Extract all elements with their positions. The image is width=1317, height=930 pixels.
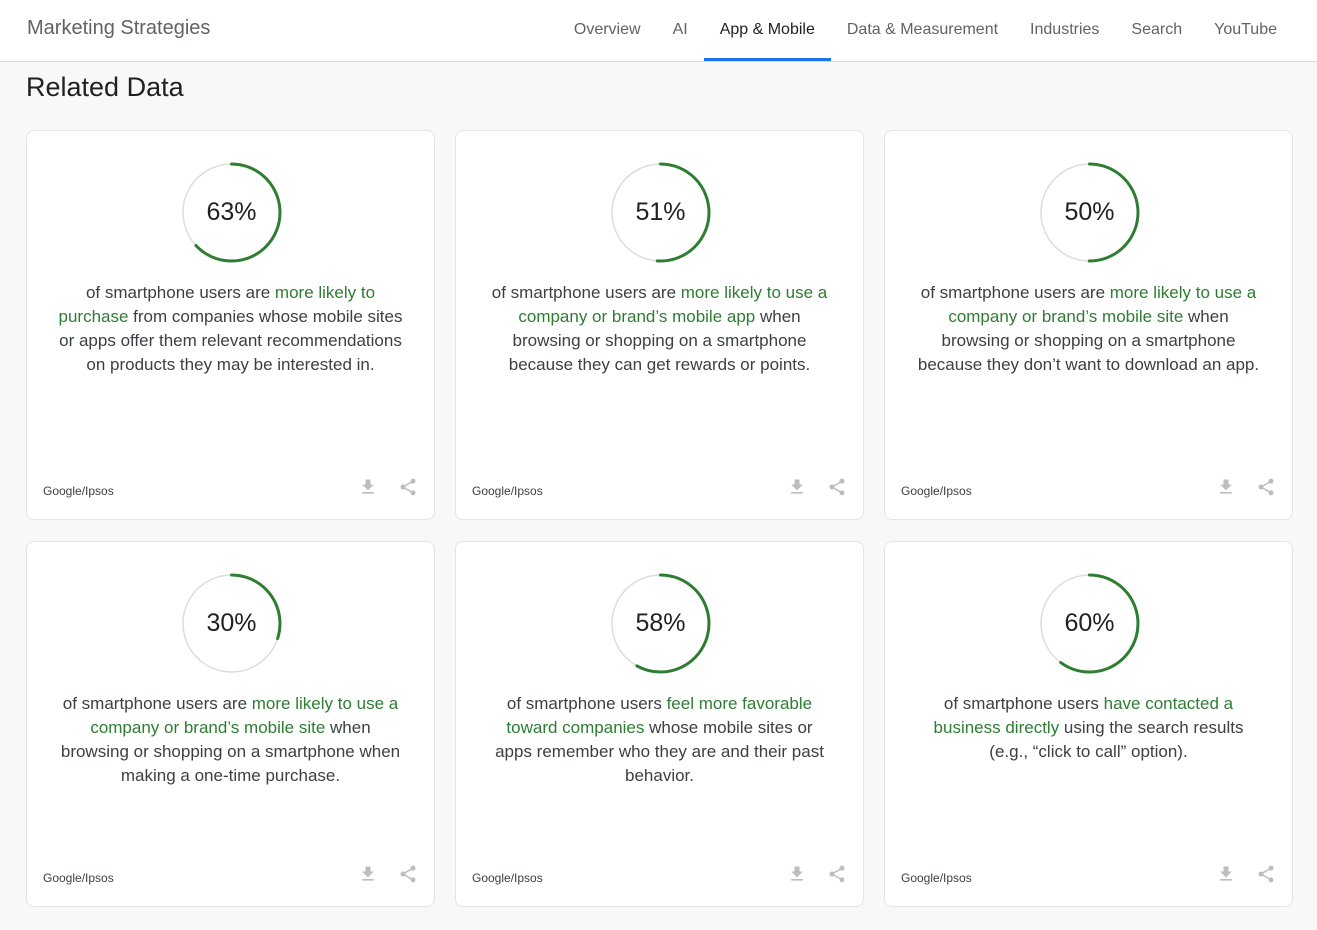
source-label: Google/Ipsos xyxy=(901,871,972,885)
stat-value: 60% xyxy=(1064,609,1115,637)
desc-text-before: of smartphone users are xyxy=(62,694,252,713)
download-icon[interactable] xyxy=(787,477,807,497)
card-actions xyxy=(1216,864,1276,884)
download-icon[interactable] xyxy=(358,864,378,884)
nav-tab-industries[interactable]: Industries xyxy=(1014,0,1115,61)
share-icon[interactable] xyxy=(1256,477,1276,497)
stat-value: 30% xyxy=(206,609,257,637)
desc-text-before: of smartphone users are xyxy=(491,283,681,302)
stat-card: 50% of smartphone users are more likely … xyxy=(884,130,1293,520)
source-label: Google/Ipsos xyxy=(472,484,543,498)
share-icon[interactable] xyxy=(398,477,418,497)
stat-description: of smartphone users are more likely to u… xyxy=(486,281,833,377)
desc-text-before: of smartphone users are xyxy=(85,283,275,302)
nav-tab-search[interactable]: Search xyxy=(1115,0,1198,61)
share-icon[interactable] xyxy=(827,477,847,497)
stat-card: 60% of smartphone users have contacted a… xyxy=(884,541,1293,907)
stat-card: 63% of smartphone users are more likely … xyxy=(26,130,435,520)
desc-text-before: of smartphone users xyxy=(943,694,1104,713)
nav-tab-ai[interactable]: AI xyxy=(657,0,704,61)
download-icon[interactable] xyxy=(1216,477,1236,497)
nav-tab-app-mobile[interactable]: App & Mobile xyxy=(703,0,831,61)
desc-text-before: of smartphone users xyxy=(506,694,667,713)
card-actions xyxy=(1216,477,1276,497)
percent-ring: 63% xyxy=(181,162,282,263)
stat-description: of smartphone users have contacted a bus… xyxy=(915,692,1262,764)
share-icon[interactable] xyxy=(1256,864,1276,884)
percent-ring: 50% xyxy=(1039,162,1140,263)
percent-ring: 58% xyxy=(610,573,711,674)
download-icon[interactable] xyxy=(787,864,807,884)
stat-value: 50% xyxy=(1064,198,1115,226)
nav-tab-youtube[interactable]: YouTube xyxy=(1198,0,1293,61)
percent-ring: 60% xyxy=(1039,573,1140,674)
nav-tab-overview[interactable]: Overview xyxy=(558,0,657,61)
stat-value: 63% xyxy=(206,198,257,226)
download-icon[interactable] xyxy=(358,477,378,497)
site-title[interactable]: Marketing Strategies xyxy=(27,17,210,40)
share-icon[interactable] xyxy=(827,864,847,884)
stat-card: 51% of smartphone users are more likely … xyxy=(455,130,864,520)
desc-text-before: of smartphone users are xyxy=(920,283,1110,302)
stat-description: of smartphone users feel more favorable … xyxy=(486,692,833,788)
source-label: Google/Ipsos xyxy=(43,484,114,498)
main-nav: Overview AI App & Mobile Data & Measurem… xyxy=(558,0,1293,61)
stats-grid: 63% of smartphone users are more likely … xyxy=(26,130,1293,907)
stat-value: 58% xyxy=(635,609,686,637)
stat-description: of smartphone users are more likely to u… xyxy=(57,692,404,788)
section-title: Related Data xyxy=(26,72,184,102)
download-icon[interactable] xyxy=(1216,864,1236,884)
percent-ring: 30% xyxy=(181,573,282,674)
stat-card: 58% of smartphone users feel more favora… xyxy=(455,541,864,907)
stat-card: 30% of smartphone users are more likely … xyxy=(26,541,435,907)
card-actions xyxy=(787,477,847,497)
nav-tab-data-measurement[interactable]: Data & Measurement xyxy=(831,0,1014,61)
source-label: Google/Ipsos xyxy=(43,871,114,885)
card-actions xyxy=(787,864,847,884)
card-actions xyxy=(358,864,418,884)
stat-description: of smartphone users are more likely to u… xyxy=(915,281,1262,377)
stat-description: of smartphone users are more likely to p… xyxy=(57,281,404,377)
source-label: Google/Ipsos xyxy=(472,871,543,885)
percent-ring: 51% xyxy=(610,162,711,263)
source-label: Google/Ipsos xyxy=(901,484,972,498)
card-actions xyxy=(358,477,418,497)
stat-value: 51% xyxy=(635,198,686,226)
top-bar: Marketing Strategies Overview AI App & M… xyxy=(0,0,1317,62)
share-icon[interactable] xyxy=(398,864,418,884)
